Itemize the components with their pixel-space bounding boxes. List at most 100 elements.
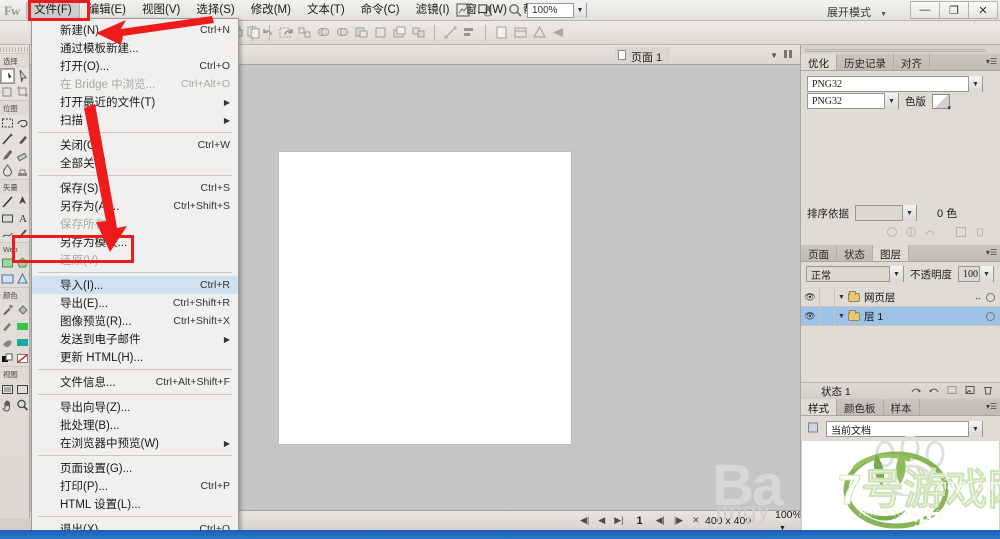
palette-swatch[interactable] xyxy=(932,93,951,112)
file-menu-item[interactable]: 通过模板新建... xyxy=(32,39,238,57)
hand-icon[interactable] xyxy=(481,2,497,18)
file-menu-item[interactable]: 新建(N) Ctrl+N xyxy=(32,21,238,39)
text-tool[interactable]: A xyxy=(15,210,30,226)
restore-button[interactable]: ❐ xyxy=(939,1,969,19)
file-menu-item[interactable]: 打印(P)... Ctrl+P xyxy=(32,477,238,495)
document-zoom-control[interactable]: 100% ▼ xyxy=(775,509,802,533)
tab-optimize[interactable]: 优化 xyxy=(801,54,837,70)
panel-grip[interactable] xyxy=(801,45,1000,54)
file-menu-item[interactable]: 打开(O)... Ctrl+O xyxy=(32,57,238,75)
file-menu-item[interactable]: 另存为模板... xyxy=(32,233,238,251)
optimize-preset-select[interactable]: PNG32 ▼ xyxy=(807,76,983,92)
visibility-toggle-icon[interactable]: 👁 xyxy=(801,292,819,303)
panel-grip[interactable] xyxy=(0,47,29,52)
file-menu-item[interactable]: 发送到电子邮件 ▶ xyxy=(32,330,238,348)
intersect-icon[interactable] xyxy=(334,24,351,41)
menu-item-7[interactable]: 滤镜(I) xyxy=(408,2,458,19)
align-icon[interactable] xyxy=(461,24,478,41)
menu-item-0[interactable]: 文件(F) xyxy=(26,2,80,19)
menu-item-4[interactable]: 修改(M) xyxy=(243,2,299,19)
rubber-stamp-tool[interactable] xyxy=(15,163,30,179)
share-layer-icon[interactable]: ↔ xyxy=(974,293,982,302)
file-menu-item[interactable]: 另存为(A)... Ctrl+Shift+S xyxy=(32,197,238,215)
rebuild-icon[interactable] xyxy=(886,226,898,238)
line-tool[interactable] xyxy=(0,194,15,210)
pointer-tool[interactable] xyxy=(0,68,15,84)
optimize-format-select[interactable]: PNG32 ▼ xyxy=(807,93,899,109)
default-colors-icon[interactable] xyxy=(0,350,15,366)
file-menu-item[interactable]: 打开最近的文件(T) ▶ xyxy=(32,93,238,111)
file-menu-item[interactable]: 更新 HTML(H)... xyxy=(32,348,238,366)
hand-tool[interactable] xyxy=(0,397,15,413)
visibility-toggle-icon[interactable]: 👁 xyxy=(801,311,819,322)
scale-tool[interactable] xyxy=(0,84,15,100)
pencil-tool[interactable] xyxy=(0,147,15,163)
group-icon[interactable] xyxy=(277,24,294,41)
union-icon[interactable] xyxy=(315,24,332,41)
table-row[interactable]: 👁 ▼ 层 1 xyxy=(801,306,1000,326)
warning-icon[interactable] xyxy=(531,24,548,41)
file-menu-item[interactable]: 保存(S) Ctrl+S xyxy=(32,179,238,197)
add-bitmap-mask-icon[interactable] xyxy=(928,384,940,399)
file-menu-item[interactable]: 导出向导(Z)... xyxy=(32,398,238,416)
next-frame-button[interactable]: |▶ xyxy=(674,515,683,526)
file-menu-item[interactable]: 导入(I)... Ctrl+R xyxy=(32,276,238,294)
lock-toggle[interactable] xyxy=(819,306,835,326)
panel-menu-icon[interactable]: ▾☰ xyxy=(986,402,997,411)
stop-button[interactable]: ✕ xyxy=(692,515,700,526)
crop-icon[interactable] xyxy=(372,24,389,41)
clone-icon[interactable] xyxy=(493,24,510,41)
layer-select-indicator[interactable] xyxy=(986,311,995,321)
panel-menu-icon[interactable]: ▾☰ xyxy=(986,57,997,66)
new-layer-icon[interactable] xyxy=(964,384,976,399)
tab-states[interactable]: 状态 xyxy=(837,245,873,261)
file-menu-item[interactable]: HTML 设置(L)... xyxy=(32,495,238,513)
tab-layers[interactable]: 图层 xyxy=(873,245,909,261)
full-screen-mode-icon[interactable] xyxy=(15,381,30,397)
polygon-slice-tool[interactable] xyxy=(15,271,30,287)
chevron-down-icon[interactable]: ▼ xyxy=(835,294,848,301)
symbol-icon[interactable] xyxy=(512,24,529,41)
eyedropper-tool[interactable] xyxy=(0,302,15,318)
rectangle-tool[interactable] xyxy=(0,210,15,226)
menu-item-1[interactable]: 编辑(E) xyxy=(80,2,134,19)
next-page-button[interactable]: ▶| xyxy=(614,515,623,526)
styles-source-select[interactable]: 当前文档 ▼ xyxy=(826,421,983,437)
table-row[interactable]: 👁 ▼ 网页层 ↔ xyxy=(801,287,1000,307)
subselection-tool[interactable] xyxy=(15,68,30,84)
panel-options-icon[interactable] xyxy=(782,48,796,62)
file-menu-item[interactable]: 导出(E)... Ctrl+Shift+R xyxy=(32,294,238,312)
file-menu-item[interactable]: 图像预览(R)... Ctrl+Shift+X xyxy=(32,312,238,330)
no-color-icon[interactable] xyxy=(15,350,30,366)
optimize-panel-tabs[interactable]: 优化 历史记录 对齐 ▾☰ xyxy=(801,54,1000,71)
brush-tool[interactable] xyxy=(15,131,30,147)
standard-screen-mode-icon[interactable] xyxy=(0,381,15,397)
workspace-mode-switcher[interactable]: 展开模式 ▼ xyxy=(827,4,887,20)
copy-icon[interactable] xyxy=(245,24,262,41)
minimize-button[interactable]: — xyxy=(910,1,940,19)
opacity-input[interactable]: 100 ▼ xyxy=(958,266,994,282)
tab-swatches[interactable]: 样本 xyxy=(884,399,920,415)
lock-toggle[interactable] xyxy=(819,287,835,307)
delete-color-icon[interactable] xyxy=(974,226,986,238)
fill-color-swatch[interactable] xyxy=(15,334,30,350)
file-menu-item[interactable]: 批处理(B)... xyxy=(32,416,238,434)
prev-frame-button[interactable]: ◀| xyxy=(656,515,665,526)
tab-history[interactable]: 历史记录 xyxy=(837,54,894,70)
magic-wand-tool[interactable] xyxy=(0,131,15,147)
file-menu-item[interactable]: 在浏览器中预览(W) ▶ xyxy=(32,434,238,452)
menu-item-2[interactable]: 视图(V) xyxy=(134,2,188,19)
add-mask-icon[interactable] xyxy=(910,384,922,399)
tab-styles[interactable]: 样式 xyxy=(801,399,837,415)
add-sub-layer-icon[interactable] xyxy=(946,384,958,399)
eraser-tool[interactable] xyxy=(15,147,30,163)
punch-icon[interactable] xyxy=(353,24,370,41)
file-menu-item[interactable]: 扫描 ▶ xyxy=(32,111,238,129)
add-color-icon[interactable] xyxy=(955,226,967,238)
polygon-hotspot-tool[interactable] xyxy=(15,255,30,271)
document-canvas[interactable] xyxy=(279,152,571,444)
stroke-color-tool[interactable] xyxy=(0,318,15,334)
flatten-icon[interactable] xyxy=(391,24,408,41)
file-menu-item[interactable]: 文件信息... Ctrl+Alt+Shift+F xyxy=(32,373,238,391)
knife-tool[interactable] xyxy=(15,226,30,242)
